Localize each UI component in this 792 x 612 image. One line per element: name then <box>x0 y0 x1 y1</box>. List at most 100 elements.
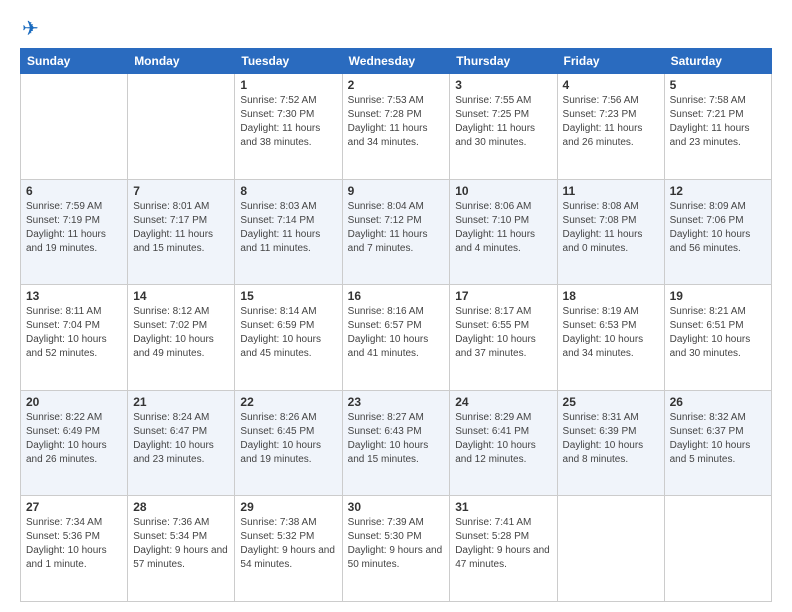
day-number: 13 <box>26 289 122 303</box>
day-number: 6 <box>26 184 122 198</box>
day-info: Sunrise: 8:01 AMSunset: 7:17 PMDaylight:… <box>133 200 229 256</box>
day-number: 8 <box>240 184 336 198</box>
calendar-cell: 18 Sunrise: 8:19 AMSunset: 6:53 PMDayligh… <box>557 285 664 391</box>
day-number: 25 <box>563 395 659 409</box>
day-number: 14 <box>133 289 229 303</box>
logo-bird-icon: ✈ <box>22 18 39 40</box>
calendar-cell: 22 Sunrise: 8:26 AMSunset: 6:45 PMDayligh… <box>235 390 342 496</box>
day-number: 15 <box>240 289 336 303</box>
day-number: 30 <box>348 500 445 514</box>
day-number: 1 <box>240 78 336 92</box>
day-info: Sunrise: 7:55 AMSunset: 7:25 PMDaylight:… <box>455 94 551 150</box>
calendar-cell: 30 Sunrise: 7:39 AMSunset: 5:30 PMDayligh… <box>342 496 450 602</box>
day-info: Sunrise: 8:31 AMSunset: 6:39 PMDaylight:… <box>563 411 659 467</box>
day-info: Sunrise: 7:56 AMSunset: 7:23 PMDaylight:… <box>563 94 659 150</box>
calendar-cell: 12 Sunrise: 8:09 AMSunset: 7:06 PMDayligh… <box>664 179 771 285</box>
calendar-header-row: SundayMondayTuesdayWednesdayThursdayFrid… <box>21 49 772 74</box>
day-number: 9 <box>348 184 445 198</box>
calendar-cell <box>664 496 771 602</box>
calendar-header-wednesday: Wednesday <box>342 49 450 74</box>
calendar-cell: 9Sunrise: 8:04 AMSunset: 7:12 PMDaylight… <box>342 179 450 285</box>
calendar-cell: 3 Sunrise: 7:55 AMSunset: 7:25 PMDaylight… <box>450 74 557 180</box>
day-info: Sunrise: 8:17 AMSunset: 6:55 PMDaylight:… <box>455 305 551 361</box>
calendar-week-1: 1 Sunrise: 7:52 AMSunset: 7:30 PMDaylight… <box>21 74 772 180</box>
calendar-cell <box>21 74 128 180</box>
day-number: 17 <box>455 289 551 303</box>
day-info: Sunrise: 8:26 AMSunset: 6:45 PMDaylight:… <box>240 411 336 467</box>
day-info: Sunrise: 8:24 AMSunset: 6:47 PMDaylight:… <box>133 411 229 467</box>
calendar-cell: 31 Sunrise: 7:41 AMSunset: 5:28 PMDayligh… <box>450 496 557 602</box>
day-info: Sunrise: 8:12 AMSunset: 7:02 PMDaylight:… <box>133 305 229 361</box>
day-number: 29 <box>240 500 336 514</box>
day-info: Sunrise: 8:19 AMSunset: 6:53 PMDaylight:… <box>563 305 659 361</box>
calendar-week-3: 13Sunrise: 8:11 AMSunset: 7:04 PMDayligh… <box>21 285 772 391</box>
header: ✈ <box>20 18 772 38</box>
day-info: Sunrise: 8:21 AMSunset: 6:51 PMDaylight:… <box>670 305 766 361</box>
calendar-cell: 13Sunrise: 8:11 AMSunset: 7:04 PMDayligh… <box>21 285 128 391</box>
calendar-cell: 21 Sunrise: 8:24 AMSunset: 6:47 PMDayligh… <box>128 390 235 496</box>
calendar-cell: 4 Sunrise: 7:56 AMSunset: 7:23 PMDaylight… <box>557 74 664 180</box>
day-number: 28 <box>133 500 229 514</box>
day-info: Sunrise: 7:59 AMSunset: 7:19 PMDaylight:… <box>26 200 122 256</box>
calendar-header-tuesday: Tuesday <box>235 49 342 74</box>
calendar-week-2: 6 Sunrise: 7:59 AMSunset: 7:19 PMDaylight… <box>21 179 772 285</box>
day-number: 11 <box>563 184 659 198</box>
day-info: Sunrise: 8:14 AMSunset: 6:59 PMDaylight:… <box>240 305 336 361</box>
calendar-cell: 20 Sunrise: 8:22 AMSunset: 6:49 PMDayligh… <box>21 390 128 496</box>
day-number: 31 <box>455 500 551 514</box>
calendar-cell <box>557 496 664 602</box>
calendar-cell: 27 Sunrise: 7:34 AMSunset: 5:36 PMDayligh… <box>21 496 128 602</box>
calendar-cell: 1 Sunrise: 7:52 AMSunset: 7:30 PMDaylight… <box>235 74 342 180</box>
calendar-cell: 23 Sunrise: 8:27 AMSunset: 6:43 PMDayligh… <box>342 390 450 496</box>
day-info: Sunrise: 7:41 AMSunset: 5:28 PMDaylight:… <box>455 516 551 572</box>
calendar-cell: 2Sunrise: 7:53 AMSunset: 7:28 PMDaylight… <box>342 74 450 180</box>
day-info: Sunrise: 8:27 AMSunset: 6:43 PMDaylight:… <box>348 411 445 467</box>
day-info: Sunrise: 8:22 AMSunset: 6:49 PMDaylight:… <box>26 411 122 467</box>
calendar-cell: 17 Sunrise: 8:17 AMSunset: 6:55 PMDayligh… <box>450 285 557 391</box>
day-number: 5 <box>670 78 766 92</box>
day-number: 18 <box>563 289 659 303</box>
calendar-cell: 28 Sunrise: 7:36 AMSunset: 5:34 PMDayligh… <box>128 496 235 602</box>
day-number: 19 <box>670 289 766 303</box>
calendar-cell: 19 Sunrise: 8:21 AMSunset: 6:51 PMDayligh… <box>664 285 771 391</box>
day-number: 12 <box>670 184 766 198</box>
day-number: 20 <box>26 395 122 409</box>
day-info: Sunrise: 7:52 AMSunset: 7:30 PMDaylight:… <box>240 94 336 150</box>
day-number: 4 <box>563 78 659 92</box>
day-number: 21 <box>133 395 229 409</box>
calendar-cell: 5Sunrise: 7:58 AMSunset: 7:21 PMDaylight… <box>664 74 771 180</box>
logo: ✈ <box>20 18 39 38</box>
day-info: Sunrise: 7:39 AMSunset: 5:30 PMDaylight:… <box>348 516 445 572</box>
calendar-cell: 16 Sunrise: 8:16 AMSunset: 6:57 PMDayligh… <box>342 285 450 391</box>
calendar-header-saturday: Saturday <box>664 49 771 74</box>
day-info: Sunrise: 7:36 AMSunset: 5:34 PMDaylight:… <box>133 516 229 572</box>
day-number: 3 <box>455 78 551 92</box>
day-number: 24 <box>455 395 551 409</box>
calendar-cell: 14 Sunrise: 8:12 AMSunset: 7:02 PMDayligh… <box>128 285 235 391</box>
page: ✈ SundayMondayTuesdayWednesdayThursdayFr… <box>0 0 792 612</box>
day-number: 16 <box>348 289 445 303</box>
day-number: 23 <box>348 395 445 409</box>
day-info: Sunrise: 8:06 AMSunset: 7:10 PMDaylight:… <box>455 200 551 256</box>
calendar-cell: 11 Sunrise: 8:08 AMSunset: 7:08 PMDayligh… <box>557 179 664 285</box>
day-info: Sunrise: 8:09 AMSunset: 7:06 PMDaylight:… <box>670 200 766 256</box>
calendar-week-4: 20 Sunrise: 8:22 AMSunset: 6:49 PMDayligh… <box>21 390 772 496</box>
calendar-cell: 25 Sunrise: 8:31 AMSunset: 6:39 PMDayligh… <box>557 390 664 496</box>
day-info: Sunrise: 8:03 AMSunset: 7:14 PMDaylight:… <box>240 200 336 256</box>
day-number: 7 <box>133 184 229 198</box>
calendar-week-5: 27 Sunrise: 7:34 AMSunset: 5:36 PMDayligh… <box>21 496 772 602</box>
calendar-cell: 24 Sunrise: 8:29 AMSunset: 6:41 PMDayligh… <box>450 390 557 496</box>
calendar-table: SundayMondayTuesdayWednesdayThursdayFrid… <box>20 48 772 602</box>
day-info: Sunrise: 8:08 AMSunset: 7:08 PMDaylight:… <box>563 200 659 256</box>
day-number: 27 <box>26 500 122 514</box>
day-info: Sunrise: 8:29 AMSunset: 6:41 PMDaylight:… <box>455 411 551 467</box>
calendar-header-sunday: Sunday <box>21 49 128 74</box>
calendar-header-friday: Friday <box>557 49 664 74</box>
calendar-header-thursday: Thursday <box>450 49 557 74</box>
day-info: Sunrise: 8:16 AMSunset: 6:57 PMDaylight:… <box>348 305 445 361</box>
calendar-cell: 26Sunrise: 8:32 AMSunset: 6:37 PMDayligh… <box>664 390 771 496</box>
day-number: 22 <box>240 395 336 409</box>
day-info: Sunrise: 7:34 AMSunset: 5:36 PMDaylight:… <box>26 516 122 572</box>
calendar-cell <box>128 74 235 180</box>
day-number: 26 <box>670 395 766 409</box>
